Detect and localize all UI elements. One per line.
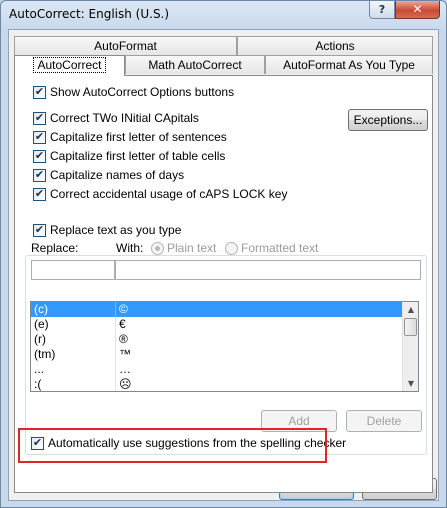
tab-label: Math AutoCorrect <box>148 58 242 72</box>
tab-autocorrect[interactable]: AutoCorrect <box>14 55 125 76</box>
replace-cell: ... <box>34 362 45 376</box>
option-label: Replace text as you type <box>50 223 182 237</box>
list-item[interactable]: (tm) ™ <box>31 347 404 362</box>
scroll-up-icon[interactable]: ▲ <box>403 302 418 317</box>
close-icon: ✕ <box>412 2 423 16</box>
with-cell: ® <box>119 332 128 346</box>
column-divider <box>115 332 116 347</box>
capitalize-days-option[interactable]: ✔ Capitalize names of days <box>33 167 184 183</box>
with-cell: … <box>119 362 131 376</box>
close-button[interactable]: ✕ <box>395 1 440 19</box>
replace-cell: (r) <box>34 332 46 346</box>
replace-text-as-you-type-option[interactable]: ✔ Replace text as you type <box>33 222 185 238</box>
column-divider <box>115 377 116 391</box>
option-label: Show AutoCorrect Options buttons <box>50 85 235 99</box>
list-item[interactable]: (e) € <box>31 317 404 332</box>
highlight-annotation <box>18 428 327 463</box>
tab-math-autocorrect[interactable]: Math AutoCorrect <box>125 55 265 74</box>
help-button[interactable]: ? <box>369 1 395 19</box>
replace-cell: (e) <box>34 317 49 331</box>
tab-label: Actions <box>315 39 355 53</box>
checkbox-checked-icon[interactable]: ✔ <box>33 130 46 144</box>
with-input[interactable] <box>115 260 421 280</box>
delete-button[interactable]: Delete <box>346 410 422 432</box>
tab-label: AutoFormat As You Type <box>283 58 415 72</box>
replace-cell: (tm) <box>34 347 56 361</box>
column-divider <box>115 347 116 362</box>
option-label: Correct TWo INitial CApitals <box>50 111 199 125</box>
replace-cell: :( <box>34 377 42 391</box>
plain-text-radio[interactable] <box>151 242 164 255</box>
replace-label: Replace: <box>31 241 79 255</box>
with-cell: © <box>119 302 128 316</box>
scroll-down-icon[interactable]: ▼ <box>403 376 418 391</box>
tab-autoformat-as-you-type[interactable]: AutoFormat As You Type <box>265 55 433 74</box>
with-label: With: <box>116 241 144 255</box>
formatted-text-radio[interactable] <box>225 242 238 255</box>
checkbox-checked-icon[interactable]: ✔ <box>33 187 46 201</box>
tab-autoformat[interactable]: AutoFormat <box>14 36 237 55</box>
replace-cell: (c) <box>34 302 48 316</box>
with-cell: ™ <box>119 347 131 361</box>
plain-text-label: Plain text <box>167 241 217 255</box>
tab-actions[interactable]: Actions <box>237 36 433 55</box>
scroll-thumb[interactable] <box>404 318 417 336</box>
help-icon: ? <box>378 3 386 16</box>
checkbox-checked-icon[interactable]: ✔ <box>33 149 46 163</box>
formatted-text-label: Formatted text <box>241 241 319 255</box>
show-autocorrect-options-option[interactable]: ✔ Show AutoCorrect Options buttons <box>33 84 234 100</box>
checkbox-checked-icon[interactable]: ✔ <box>33 168 46 182</box>
option-label: Capitalize names of days <box>50 168 185 182</box>
list-item[interactable]: ... … <box>31 362 404 377</box>
exceptions-button[interactable]: Exceptions... <box>348 109 428 131</box>
tab-label: AutoCorrect <box>33 57 106 73</box>
list-item[interactable]: (c) © <box>31 302 404 317</box>
capitalize-table-cells-option[interactable]: ✔ Capitalize first letter of table cells <box>33 148 225 164</box>
column-divider <box>115 362 116 377</box>
title-bar[interactable]: AutoCorrect: English (U.S.) ? ✕ <box>1 1 446 29</box>
list-scrollbar[interactable]: ▲ ▼ <box>402 302 418 391</box>
replace-input[interactable] <box>31 260 115 280</box>
dialog-client: AutoFormat Actions AutoCorrect Math Auto… <box>8 29 439 501</box>
dialog-title: AutoCorrect: English (U.S.) <box>9 7 170 21</box>
autocorrect-dialog: AutoCorrect: English (U.S.) ? ✕ AutoForm… <box>0 0 447 508</box>
option-label: Capitalize first letter of table cells <box>50 149 226 163</box>
replacement-list[interactable]: (c) © (e) € (r) ® (tm) ™... … :( ☹ ▲ ▼ <box>30 301 419 392</box>
list-item[interactable]: (r) ® <box>31 332 404 347</box>
caps-lock-option[interactable]: ✔ Correct accidental usage of cAPS LOCK … <box>33 186 287 202</box>
option-label: Correct accidental usage of cAPS LOCK ke… <box>50 187 288 201</box>
with-cell: € <box>119 317 126 331</box>
tab-label: AutoFormat <box>94 39 157 53</box>
column-divider <box>115 317 116 332</box>
checkbox-checked-icon[interactable]: ✔ <box>33 223 46 237</box>
checkbox-checked-icon[interactable]: ✔ <box>33 111 46 125</box>
capitalize-sentences-option[interactable]: ✔ Capitalize first letter of sentences <box>33 129 227 145</box>
with-cell: ☹ <box>119 377 132 391</box>
checkbox-checked-icon[interactable]: ✔ <box>33 85 46 99</box>
correct-two-initial-capitals-option[interactable]: ✔ Correct TWo INitial CApitals <box>33 110 199 126</box>
column-divider <box>115 302 116 317</box>
list-item[interactable]: :( ☹ <box>31 377 404 391</box>
option-label: Capitalize first letter of sentences <box>50 130 227 144</box>
